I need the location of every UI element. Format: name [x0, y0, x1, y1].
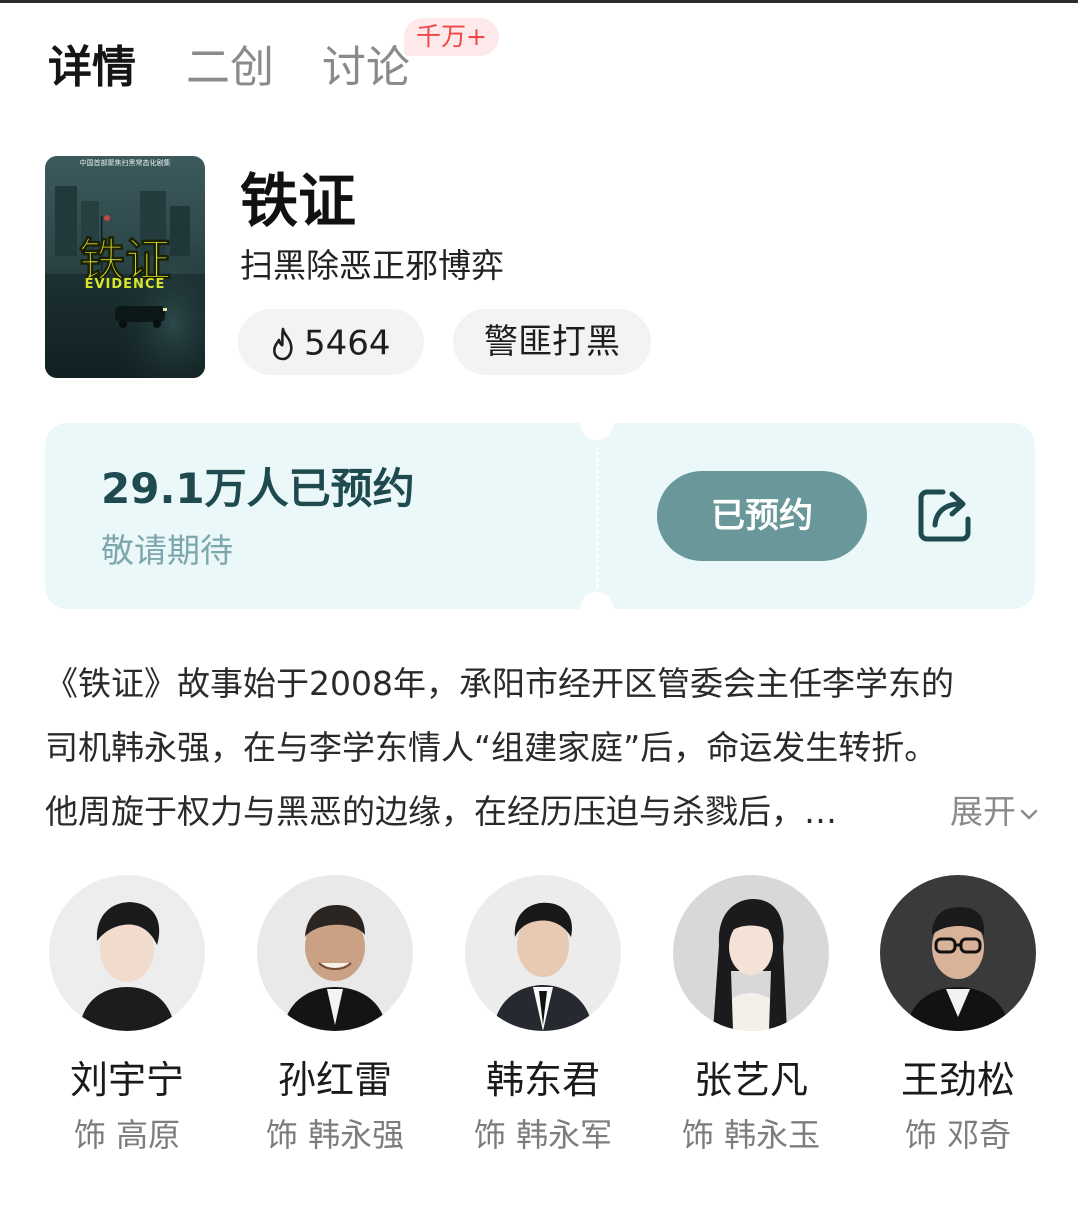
ticket-notch-top [580, 406, 614, 440]
heat-value: 5464 [304, 323, 391, 364]
top-divider [0, 0, 1078, 3]
tab-details[interactable]: 详情 [48, 38, 136, 98]
reservation-hint: 敬请期待 [101, 531, 233, 570]
chevron-down-icon [1020, 809, 1038, 819]
heat-chip[interactable]: 5464 [238, 309, 424, 375]
reservation-count: 29.1万人已预约 [101, 464, 415, 513]
expand-label: 展开 [950, 792, 1016, 831]
actor-name: 刘宇宁 [69, 1058, 184, 1102]
flame-icon [273, 327, 293, 360]
role-name: 饰 邓奇 [904, 1116, 1012, 1154]
role-name: 饰 韩永玉 [681, 1116, 821, 1154]
ticket-notch-bottom [580, 592, 614, 626]
show-poster[interactable]: 铁证 EVIDENCE 中国首部聚焦扫黑常态化剧集 [45, 156, 205, 378]
genre-tag[interactable]: 警匪打黑 [453, 309, 651, 375]
reservation-card: 29.1万人已预约 敬请期待 已预约 [45, 406, 1035, 626]
reserved-button[interactable]: 已预约 [657, 471, 867, 561]
synopsis-line: 《铁证》故事始于2008年，承阳市经开区管委会主任李学东的 [45, 664, 954, 703]
tab-discussion[interactable]: 讨论 [322, 38, 410, 98]
avatar [257, 875, 413, 1031]
tab-fan-creations[interactable]: 二创 [186, 38, 274, 98]
svg-text:中国首部聚焦扫黑常态化剧集: 中国首部聚焦扫黑常态化剧集 [80, 158, 171, 167]
show-subtitle: 扫黑除恶正邪博弈 [240, 246, 504, 285]
ticket-divider [596, 447, 599, 587]
actor-name: 韩东君 [485, 1058, 600, 1102]
synopsis-line: 司机韩永强，在与李学东情人“组建家庭”后，命运发生转折。 [45, 728, 938, 767]
share-icon [918, 489, 971, 542]
actor-name: 王劲松 [900, 1058, 1015, 1102]
expand-button[interactable]: 展开 [950, 780, 1040, 844]
actor-name: 孙红雷 [277, 1058, 392, 1102]
cast-list: 刘宇宁 饰 高原 孙红雷 饰 韩永强 韩东君 饰 韩永军 张艺凡 饰 韩永玉 王… [0, 875, 1078, 1175]
role-name: 饰 高原 [73, 1116, 181, 1154]
role-name: 饰 韩永强 [265, 1116, 405, 1154]
avatar [465, 875, 621, 1031]
avatar [49, 875, 205, 1031]
share-button[interactable] [913, 483, 977, 547]
show-title: 铁证 [240, 167, 357, 235]
svg-text:EVIDENCE: EVIDENCE [85, 277, 166, 292]
role-name: 饰 韩永军 [473, 1116, 613, 1154]
avatar [880, 875, 1036, 1031]
avatar [673, 875, 829, 1031]
discussion-count-badge: 千万+ [404, 18, 499, 56]
actor-name: 张艺凡 [693, 1058, 808, 1102]
synopsis-line: 他周旋于权力与黑恶的边缘，在经历压迫与杀戮后，… [45, 792, 837, 831]
